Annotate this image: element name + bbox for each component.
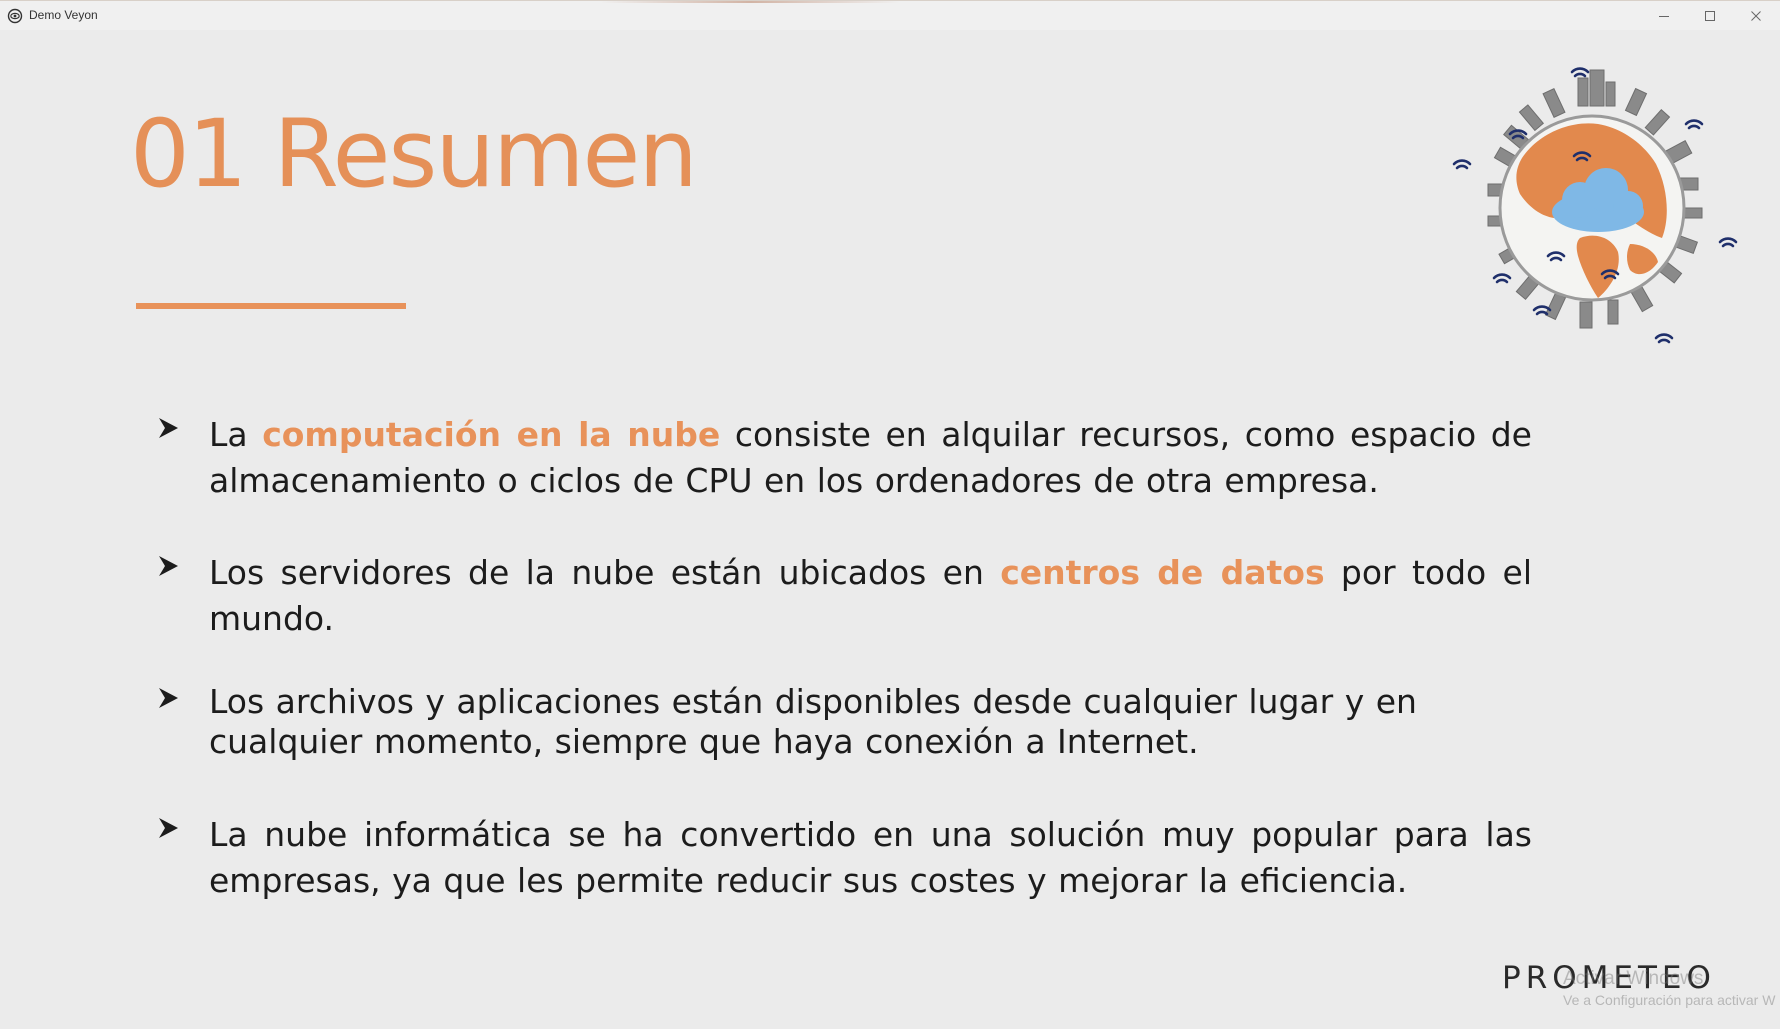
slide-title: 01 Resumen <box>130 100 698 209</box>
highlight-text: computación en la nube <box>262 415 721 454</box>
bullet-text-part: Los archivos y aplicaciones están dispon… <box>209 682 1417 761</box>
arrowhead-bullet-icon <box>159 818 178 838</box>
veyon-app-icon <box>7 8 23 24</box>
arrowhead-bullet-icon <box>159 688 178 708</box>
maximize-icon <box>1705 11 1715 21</box>
veyon-window: Demo Veyon 01 Resumen La computación en … <box>0 0 1780 1029</box>
close-button[interactable] <box>1733 1 1779 31</box>
highlight-text: centros de datos <box>1000 553 1325 592</box>
bullet-text: Los archivos y aplicaciones están dispon… <box>209 682 1532 762</box>
activation-watermark-title: Activar Windows <box>1563 968 1704 989</box>
arrowhead-bullet-icon <box>159 556 178 576</box>
bullet-text-part: La nube informática se ha convertido en … <box>209 815 1532 900</box>
maximize-button[interactable] <box>1687 1 1733 31</box>
globe-cloud-wifi-icon <box>1430 48 1750 368</box>
bullet-text: Los servidores de la nube están ubicados… <box>209 550 1532 642</box>
minimize-icon <box>1659 16 1669 17</box>
activation-watermark-text: Ve a Configuración para activar W <box>1563 992 1776 1008</box>
bullet-text: La computación en la nube consiste en al… <box>209 412 1532 504</box>
minimize-button[interactable] <box>1641 1 1687 31</box>
window-title: Demo Veyon <box>29 8 98 22</box>
arrowhead-bullet-icon <box>159 418 178 438</box>
title-underline <box>136 303 406 309</box>
bullet-text-part: Los servidores de la nube están ubicados… <box>209 553 1001 592</box>
close-icon <box>1751 11 1761 21</box>
bullet-text-part: La <box>209 415 263 454</box>
bullet-text: La nube informática se ha convertido en … <box>209 812 1532 904</box>
title-bar[interactable]: Demo Veyon <box>0 0 1780 30</box>
presentation-slide: 01 Resumen La computación en la nube con… <box>0 30 1780 1029</box>
title-bar-accent <box>600 1 900 3</box>
